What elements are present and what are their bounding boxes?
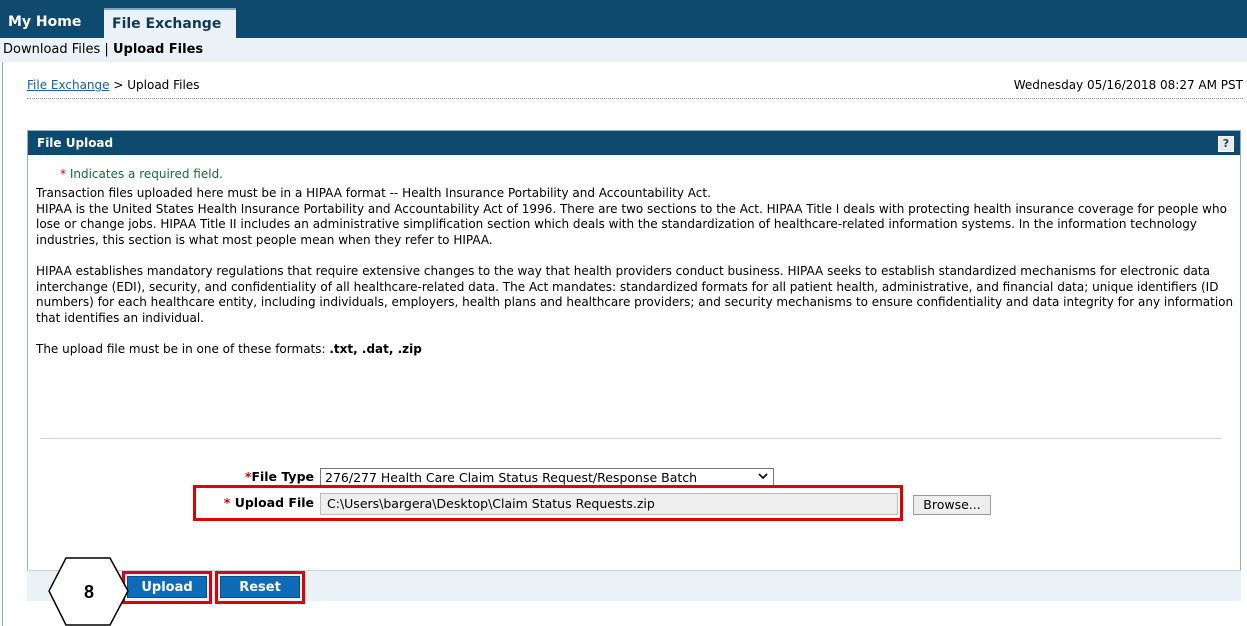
subnav-separator: | [104,42,109,57]
step-callout-badge: 8 [48,557,129,626]
left-border-line [2,62,3,626]
browse-button[interactable]: Browse... [913,495,991,515]
breadcrumb-current: Upload Files [127,78,200,92]
subnav-download-files[interactable]: Download Files [3,42,100,57]
upload-file-highlight-box [193,485,903,521]
panel-header: File Upload ? [28,131,1240,155]
help-icon[interactable]: ? [1218,136,1234,152]
hipaa-para1-line2: HIPAA is the United States Health Insura… [36,201,1227,247]
required-star: * [60,167,66,181]
subnav-upload-files[interactable]: Upload Files [113,42,203,57]
tab-file-exchange[interactable]: File Exchange [104,8,236,38]
upload-button-highlight [122,571,212,604]
dotted-divider [27,98,1243,99]
hipaa-para2: HIPAA establishes mandatory regulations … [36,264,1234,325]
sub-navigation: Download Files | Upload Files [0,38,1247,62]
file-type-selected-value: 276/277 Health Care Claim Status Request… [325,470,698,485]
formats-line: The upload file must be in one of these … [36,342,1236,358]
formats-list: .txt, .dat, .zip [329,342,422,356]
step-number: 8 [84,582,94,602]
panel-title: File Upload [37,136,114,150]
tab-my-home[interactable]: My Home [0,8,104,38]
hipaa-para1-line1: Transaction files uploaded here must be … [36,186,711,200]
breadcrumb: File Exchange > Upload Files [27,78,199,92]
top-navigation-bar: My Home File Exchange [0,0,1247,38]
file-upload-panel: File Upload ? * Indicates a required fie… [27,130,1241,600]
current-datetime: Wednesday 05/16/2018 08:27 AM PST [1013,78,1243,92]
reset-button-highlight [215,571,305,604]
file-type-select[interactable]: 276/277 Health Care Claim Status Request… [320,468,774,486]
hipaa-info-text: Transaction files uploaded here must be … [36,186,1236,358]
formats-prefix: The upload file must be in one of these … [36,342,326,356]
section-divider [40,438,1222,439]
file-type-label-text: File Type [251,469,314,484]
required-note-text: Indicates a required field. [69,167,223,181]
breadcrumb-separator: > [113,78,124,92]
breadcrumb-link-file-exchange[interactable]: File Exchange [27,78,110,92]
file-type-label: *File Type [228,469,314,484]
required-field-note: * Indicates a required field. [60,167,223,181]
